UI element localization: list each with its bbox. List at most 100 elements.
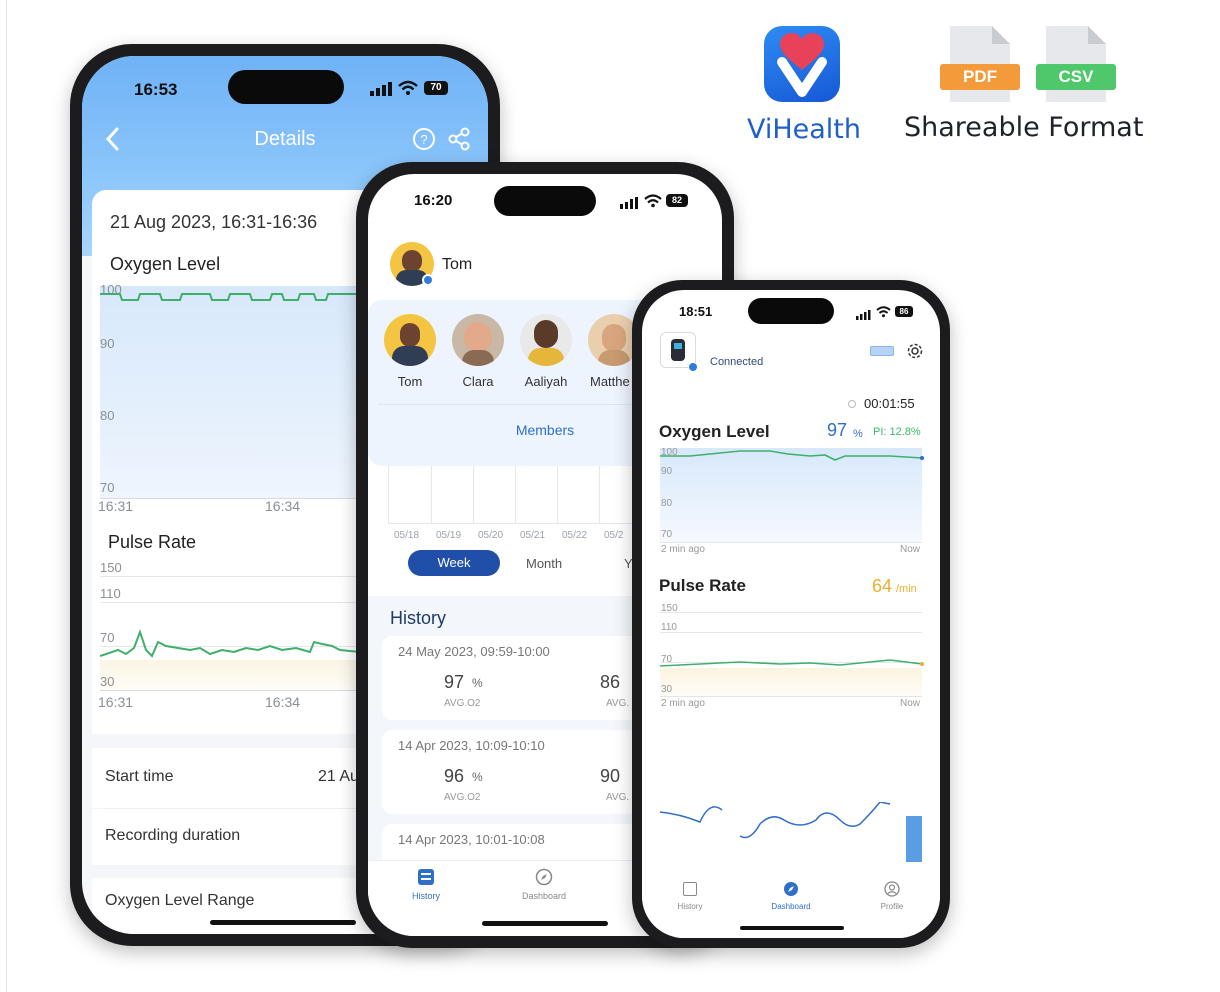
nav-history[interactable]: History [672, 880, 708, 916]
oxygen-unit: % [853, 428, 863, 440]
nav-dashboard[interactable]: Dashboard [764, 880, 818, 916]
pulse-x-mid: 16:34 [265, 694, 301, 710]
svg-text:?: ? [420, 132, 427, 147]
date-label: 05/22 [562, 530, 588, 541]
start-time-value: 21 Au [318, 768, 359, 785]
avg-pr-value: 90 [600, 766, 621, 786]
member-name-aaliyah: Aaliyah [524, 374, 568, 389]
nav-history-label: History [411, 891, 440, 901]
pdf-label: PDF [940, 64, 1020, 90]
oxygen-tick-80: 80 [661, 498, 673, 509]
history-icon [683, 882, 697, 896]
connection-status: Connected [710, 356, 764, 368]
oxygen-level-title: Oxygen Level [110, 254, 221, 274]
avg-o2-value: 97 [444, 672, 465, 692]
pulse-rate-title: Pulse Rate [659, 576, 746, 595]
device-battery-icon [870, 346, 894, 356]
member-name-clara: Clara [462, 374, 494, 389]
record-date-range: 21 Aug 2023, 16:31-16:36 [110, 212, 318, 232]
dynamic-island [228, 70, 344, 104]
oxygen-chart-area [100, 286, 360, 498]
tab-week[interactable]: Week [408, 550, 500, 576]
status-time: 18:51 [679, 304, 713, 319]
heart-check-icon [777, 33, 827, 97]
dynamic-island [494, 186, 596, 216]
battery-indicator: 86 [895, 306, 913, 317]
start-time-label: Start time [105, 768, 174, 785]
oxygen-baseline [660, 542, 922, 543]
home-indicator [740, 926, 844, 930]
oxygen-range-label: Oxygen Level Range [105, 892, 255, 909]
pulse-line [100, 629, 360, 658]
perfusion-index: PI: 12.8% [873, 426, 921, 438]
bluetooth-badge [688, 362, 698, 372]
bottom-nav: History Dashboard Profile [642, 876, 940, 938]
pulse-tick-30: 30 [661, 684, 673, 695]
nav-profile[interactable]: Profile [872, 880, 912, 916]
avg-pr-label: AVG. [606, 792, 630, 803]
member-name-tom: Tom [397, 374, 423, 389]
pulse-fill [660, 668, 922, 696]
member-name-matthew: Matthe [590, 374, 630, 389]
dynamic-island [748, 298, 834, 324]
share-icon[interactable] [448, 127, 470, 156]
pulse-value: 64 [872, 576, 893, 596]
nav-dashboard[interactable]: Dashboard [516, 867, 572, 907]
shareable-format-title: Shareable Format [904, 112, 1144, 143]
avg-o2-value: 96 [444, 766, 465, 786]
date-label: 05/19 [436, 530, 462, 541]
compass-icon [784, 882, 798, 896]
pulse-tick-110: 110 [100, 586, 121, 601]
oxygen-x-start: 16:31 [98, 498, 134, 514]
history-card-date: 24 May 2023, 09:59-10:00 [398, 644, 550, 659]
wifi-icon [876, 305, 891, 323]
pulse-baseline [660, 696, 922, 697]
member-avatar-tom[interactable] [384, 314, 436, 366]
history-title: History [390, 608, 447, 628]
nav-profile-label: Profile [880, 902, 904, 911]
history-card-date: 14 Apr 2023, 10:01-10:08 [398, 832, 545, 847]
pulse-grid-110 [100, 602, 360, 603]
signal-icon [370, 82, 392, 101]
status-time: 16:53 [134, 80, 178, 99]
phone-dashboard: 18:51 86 Connected 00:01:55 Oxygen Level… [632, 280, 950, 948]
oxygen-tick-90: 90 [661, 466, 673, 477]
nav-history[interactable]: History [408, 867, 444, 907]
brand-name: ViHealth [746, 114, 862, 145]
pulse-tick-30: 30 [100, 674, 115, 689]
date-label: 05/18 [394, 530, 420, 541]
avg-o2-label: AVG.O2 [444, 698, 481, 709]
avg-o2-unit: % [472, 676, 483, 690]
home-indicator [482, 921, 608, 926]
oxygen-tick-70: 70 [100, 480, 115, 495]
oxygen-baseline [100, 498, 360, 499]
oxygen-line [100, 293, 360, 301]
avg-pr-label: AVG. [606, 698, 630, 709]
member-avatar-clara[interactable] [452, 314, 504, 366]
pulse-tick-150: 150 [661, 603, 678, 614]
pulse-x-start: 2 min ago [661, 698, 705, 709]
profile-icon [884, 881, 900, 897]
pulse-tick-110: 110 [661, 622, 677, 633]
pulse-tick-150: 150 [100, 560, 122, 575]
pulse-grid-110 [660, 632, 922, 633]
oxygen-value: 97 [827, 420, 848, 440]
pulse-x-start: 16:31 [98, 694, 134, 710]
recording-timer: 00:01:55 [864, 396, 915, 411]
battery-indicator: 70 [424, 81, 448, 95]
tab-month[interactable]: Month [526, 556, 562, 571]
wifi-icon [644, 194, 662, 213]
dashboard-screen: 18:51 86 Connected 00:01:55 Oxygen Level… [642, 290, 940, 938]
oxygen-tick-80: 80 [100, 408, 115, 423]
gear-icon[interactable] [906, 342, 924, 360]
vihealth-logo [764, 26, 840, 102]
help-icon[interactable]: ? [412, 127, 436, 156]
oxygen-x-end: Now [900, 544, 921, 555]
battery-indicator: 82 [666, 194, 688, 207]
csv-label: CSV [1036, 64, 1116, 90]
signal-icon [856, 307, 871, 325]
date-label: 05/2 [604, 530, 624, 541]
user-name: Tom [442, 256, 473, 273]
date-label: 05/21 [520, 530, 546, 541]
member-avatar-aaliyah[interactable] [520, 314, 572, 366]
